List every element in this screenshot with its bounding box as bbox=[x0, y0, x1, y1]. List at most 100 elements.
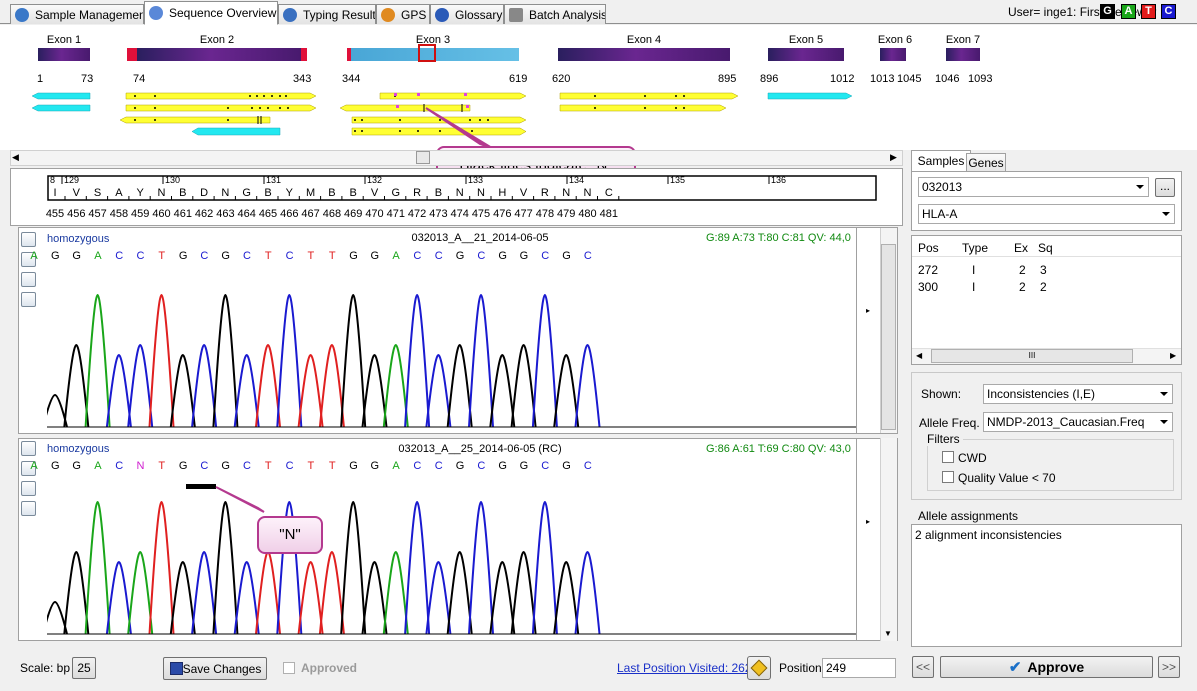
base-g-toggle[interactable]: G bbox=[1100, 4, 1115, 19]
trace-1-right-arrow-icon[interactable]: ▸ bbox=[866, 306, 870, 315]
goto-position-button[interactable] bbox=[747, 656, 771, 680]
scroll-right-arrow-icon[interactable]: ▶ bbox=[890, 152, 897, 163]
base-call: C bbox=[200, 460, 209, 472]
previous-button[interactable]: << bbox=[912, 656, 934, 678]
table-row-1-pos[interactable]: 272 bbox=[918, 263, 938, 277]
approved-checkbox[interactable] bbox=[283, 662, 295, 674]
col-sq-header[interactable]: Sq bbox=[1038, 241, 1058, 255]
position-label: Position bbox=[779, 661, 822, 675]
save-changes-button[interactable]: Save Changes bbox=[163, 657, 267, 680]
base-call: G bbox=[498, 250, 507, 262]
tab-samples[interactable]: Samples bbox=[911, 150, 971, 172]
cwd-label: CWD bbox=[958, 451, 987, 465]
table-row-2-type[interactable]: I bbox=[972, 280, 975, 294]
trace-peak bbox=[105, 353, 132, 428]
sort-icon[interactable] bbox=[21, 501, 36, 516]
sample-select[interactable]: 032013 bbox=[918, 177, 1149, 197]
base-call: T bbox=[158, 250, 166, 262]
amino-acid: V bbox=[519, 187, 528, 199]
exon-6-bar[interactable] bbox=[880, 48, 906, 61]
hscroll-thumb[interactable] bbox=[416, 151, 430, 164]
tab-genes[interactable]: Genes bbox=[966, 153, 1006, 172]
sample-browse-button[interactable]: ... bbox=[1155, 178, 1175, 197]
base-a-toggle[interactable]: A bbox=[1121, 4, 1136, 19]
base-t-toggle[interactable]: T bbox=[1141, 4, 1156, 19]
scale-value-button[interactable]: 25 bbox=[72, 657, 96, 679]
trace-2-zygosity: homozygous bbox=[47, 443, 110, 455]
scroll-left-arrow-icon[interactable]: ◀ bbox=[12, 152, 19, 163]
table-row-2-sq[interactable]: 2 bbox=[1040, 280, 1047, 294]
tab-sequence-overview[interactable]: Sequence Overview bbox=[144, 1, 278, 25]
exon-1-label: Exon 1 bbox=[46, 34, 82, 46]
trace-peak bbox=[169, 560, 196, 635]
table-row-2-ex[interactable]: 2 bbox=[1019, 280, 1026, 294]
table-row-1-type[interactable]: I bbox=[972, 263, 975, 277]
sample-management-icon bbox=[15, 7, 29, 22]
base-call: A bbox=[30, 460, 38, 472]
scroll-left-arrow-icon[interactable]: ◀ bbox=[916, 351, 922, 360]
exon-5-start: 896 bbox=[760, 73, 779, 85]
table-row-2-pos[interactable]: 300 bbox=[918, 280, 938, 294]
exon-1-bar[interactable] bbox=[38, 48, 90, 61]
quality-value-checkbox[interactable] bbox=[942, 471, 954, 483]
trace-2-vscroll-track[interactable] bbox=[880, 438, 897, 641]
exon-4-bar[interactable] bbox=[558, 48, 730, 61]
trace-peak bbox=[255, 550, 281, 635]
exon-2-bar[interactable] bbox=[127, 48, 307, 61]
tab-batch-analysis[interactable]: Batch Analysis bbox=[504, 4, 606, 24]
current-view-marker[interactable] bbox=[418, 44, 436, 62]
tab-glossary[interactable]: Glossary bbox=[430, 4, 504, 24]
back-arrow-icon[interactable] bbox=[21, 272, 36, 287]
trace-peak bbox=[63, 550, 90, 635]
tab-gps[interactable]: GPS bbox=[376, 4, 430, 24]
amino-acid: N bbox=[562, 187, 571, 199]
table-row-1-sq[interactable]: 3 bbox=[1040, 263, 1047, 277]
table-hscroll-thumb[interactable]: III bbox=[931, 349, 1133, 363]
zoom-icon[interactable] bbox=[21, 441, 36, 456]
approve-button[interactable]: ✔ Approve bbox=[940, 656, 1153, 678]
exon-7-bar[interactable] bbox=[946, 48, 980, 61]
scroll-down-arrow-icon[interactable]: ▼ bbox=[884, 629, 892, 638]
shown-select[interactable]: Inconsistencies (I,E) bbox=[983, 384, 1173, 404]
base-call: G bbox=[72, 250, 81, 262]
trace-peak bbox=[191, 343, 218, 428]
trace-2-right-arrow-icon[interactable]: ▸ bbox=[866, 517, 870, 526]
col-type-header[interactable]: Type bbox=[962, 241, 1002, 255]
sort-icon[interactable] bbox=[21, 292, 36, 307]
gene-select[interactable]: HLA-A bbox=[918, 204, 1175, 224]
exon-5-bar[interactable] bbox=[768, 48, 844, 61]
allele-freq-select[interactable]: NMDP-2013_Caucasian.Freq bbox=[983, 412, 1173, 432]
amino-acid: R bbox=[540, 187, 549, 199]
amino-acid: I bbox=[53, 187, 57, 199]
exon-3-end: 619 bbox=[509, 73, 528, 85]
base-call: G bbox=[349, 250, 358, 262]
last-position-link[interactable]: Last Position Visited: 262 bbox=[617, 661, 752, 675]
trace-vscroll-thumb[interactable] bbox=[881, 244, 896, 430]
cwd-checkbox[interactable] bbox=[942, 451, 954, 463]
col-ex-header[interactable]: Ex bbox=[1014, 241, 1034, 255]
tab-typing-result[interactable]: Typing Result bbox=[278, 4, 376, 24]
base-call: T bbox=[264, 250, 272, 262]
chevron-down-icon bbox=[1162, 212, 1170, 216]
zoom-icon[interactable] bbox=[21, 232, 36, 247]
base-c-toggle[interactable]: C bbox=[1161, 4, 1176, 19]
back-arrow-icon[interactable] bbox=[21, 481, 36, 496]
scroll-right-arrow-icon[interactable]: ▶ bbox=[1170, 351, 1176, 360]
trace-2-chromatogram bbox=[47, 500, 856, 635]
amino-acid: S bbox=[93, 187, 102, 199]
exon-6-start: 1013 bbox=[870, 73, 895, 85]
position-input[interactable]: 249 bbox=[822, 658, 896, 678]
table-row-1-ex[interactable]: 2 bbox=[1019, 263, 1026, 277]
trace-peak bbox=[510, 343, 537, 428]
col-pos-header[interactable]: Pos bbox=[918, 241, 956, 255]
sequence-hscrollbar[interactable] bbox=[10, 150, 903, 166]
read-mismatch-marks bbox=[134, 95, 685, 132]
amino-acid: N bbox=[455, 187, 464, 199]
trace-peak bbox=[361, 560, 388, 635]
amino-acid: C bbox=[604, 187, 613, 199]
trace-peak bbox=[468, 293, 494, 428]
tab-sample-management[interactable]: Sample Management bbox=[10, 4, 144, 24]
trace-peak bbox=[212, 293, 239, 428]
trace-peak bbox=[404, 293, 431, 428]
next-button[interactable]: >> bbox=[1158, 656, 1180, 678]
